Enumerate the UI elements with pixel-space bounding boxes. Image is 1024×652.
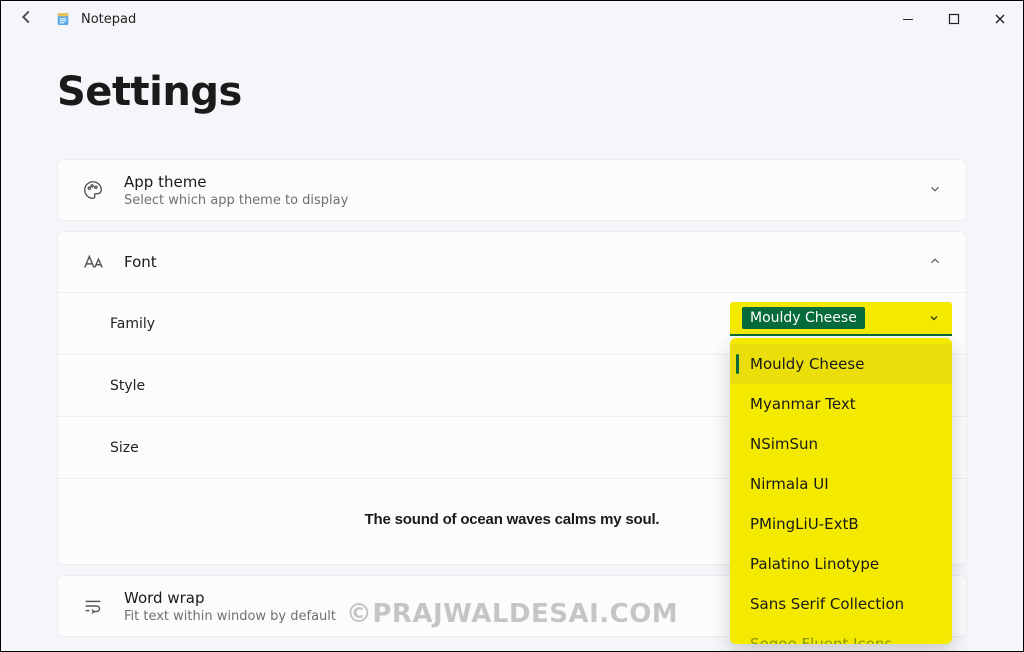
font-family-option[interactable]: Mouldy Cheese <box>730 344 952 384</box>
app-theme-title: App theme <box>124 173 348 191</box>
font-family-combobox[interactable]: Mouldy Cheese <box>730 302 952 336</box>
typography-icon <box>80 249 106 275</box>
back-button[interactable] <box>15 6 37 32</box>
font-family-option[interactable]: PMingLiU-ExtB <box>730 504 952 544</box>
font-family-row: Family Mouldy Cheese Mouldy Cheese Myanm… <box>58 292 966 354</box>
palette-icon <box>80 177 106 203</box>
title-bar: Notepad <box>1 1 1023 37</box>
font-family-dropdown-list: Mouldy Cheese Myanmar Text NSimSun Nirma… <box>730 338 952 644</box>
font-size-label: Size <box>110 440 139 456</box>
font-family-option[interactable]: Sans Serif Collection <box>730 584 952 624</box>
window-controls <box>885 1 1023 37</box>
minimize-button[interactable] <box>885 1 931 37</box>
font-style-label: Style <box>110 378 145 394</box>
font-row[interactable]: Font <box>58 232 966 292</box>
font-family-option[interactable]: Segoe Fluent Icons <box>730 624 952 644</box>
font-family-option[interactable]: Myanmar Text <box>730 384 952 424</box>
font-family-combo-container: Mouldy Cheese Mouldy Cheese Myanmar Text… <box>730 302 952 336</box>
app-theme-row[interactable]: App theme Select which app theme to disp… <box>58 160 966 220</box>
chevron-down-icon <box>928 309 940 328</box>
app-title: Notepad <box>81 12 136 27</box>
font-family-option[interactable]: Nirmala UI <box>730 464 952 504</box>
close-button[interactable] <box>977 1 1023 37</box>
app-theme-card: App theme Select which app theme to disp… <box>57 159 967 221</box>
page-title: Settings <box>57 69 967 115</box>
settings-page: Settings App theme Select which app them… <box>1 37 1023 637</box>
font-family-selected-value: Mouldy Cheese <box>742 307 865 329</box>
font-family-option[interactable]: Palatino Linotype <box>730 544 952 584</box>
font-card: Font Family Mouldy Cheese Mouldy Cheese <box>57 231 967 565</box>
font-family-option[interactable]: NSimSun <box>730 424 952 464</box>
chevron-up-icon <box>926 253 944 272</box>
app-theme-subtitle: Select which app theme to display <box>124 193 348 208</box>
notepad-app-icon <box>55 11 71 27</box>
word-wrap-subtitle: Fit text within window by default <box>124 609 336 624</box>
maximize-button[interactable] <box>931 1 977 37</box>
chevron-down-icon <box>926 181 944 200</box>
font-title: Font <box>124 253 157 271</box>
word-wrap-icon <box>80 593 106 619</box>
word-wrap-title: Word wrap <box>124 589 336 607</box>
font-family-label: Family <box>110 316 155 332</box>
